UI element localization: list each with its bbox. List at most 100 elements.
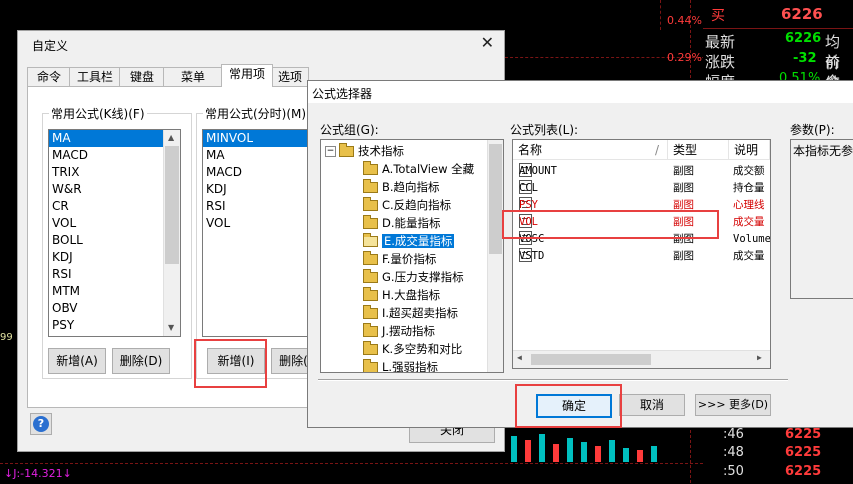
scroll-thumb[interactable] [489,144,502,254]
tab-common-items[interactable]: 常用项 [221,64,273,87]
percent-label: 0.44% [667,14,702,27]
formula-group-tree[interactable]: − 技术指标 A.TotalView 全藏 B.趋向指标 C.反趋向指标 D.能量… [320,139,504,373]
formula-row[interactable]: VSTD 副图 成交量 [513,248,770,265]
folder-icon [363,197,378,211]
tree-item[interactable]: C.反趋向指标 [363,196,451,214]
help-icon: ? [33,416,49,432]
tree-item[interactable]: B.趋向指标 [363,178,440,196]
quote-row: 最新 6226 均价 [705,31,841,72]
scroll-left-icon[interactable]: ◀ [517,353,522,362]
group-label: 常用公式(K线)(F) [49,105,147,122]
kline-formula-list[interactable]: MA MACD TRIX W&R CR VOL BOLL KDJ RSI MTM… [48,129,181,337]
dialog-title: 公式选择器 [312,87,373,101]
list-item[interactable]: TRIX [49,164,180,181]
tree-item[interactable]: G.压力支撑指标 [363,268,464,286]
params-label: 参数(P): [790,123,835,137]
tab-toolbar[interactable]: 工具栏 [69,67,121,87]
params-box: 本指标无参 [790,139,853,299]
column-header-name[interactable]: 名称 / [513,140,668,160]
tree-item-selected[interactable]: E.成交量指标 [363,232,455,250]
scrollbar[interactable] [487,140,503,372]
folder-icon [363,251,378,265]
scroll-up-icon[interactable]: ▲ [168,133,174,142]
list-label: 公式列表(L): [510,123,579,137]
folder-icon [363,179,378,193]
scrollbar[interactable]: ▲ ▼ [163,130,180,336]
formula-list[interactable]: 名称 / 类型 说明 AMOUNT 副图 成交额 CCL 副图 持仓量 PSY 副… [512,139,771,369]
column-header-type[interactable]: 类型 [668,140,729,160]
tree-item[interactable]: H.大盘指标 [363,286,440,304]
buy-label: 买 [711,8,725,24]
folder-icon [363,359,378,372]
tree-item[interactable]: F.量价指标 [363,250,436,268]
group-label: 常用公式(分时)(M) [203,105,309,122]
tree-item[interactable]: I.超买超卖指标 [363,304,458,322]
cancel-button[interactable]: 取消 [619,394,685,416]
dialog-title: 自定义 [32,39,69,53]
highlight-box [194,339,267,388]
percent-label: 0.29% [667,51,702,64]
list-item[interactable]: VOL [49,215,180,232]
list-item[interactable]: KDJ [49,249,180,266]
buy-price: 6226 [781,5,823,23]
horizontal-scrollbar[interactable]: ◀ ▶ [513,350,770,368]
highlight-box [515,384,622,428]
close-icon[interactable]: ✕ [481,33,494,52]
chart-grid-line [0,463,703,464]
tab-command[interactable]: 命令 [27,67,71,87]
list-item[interactable]: OBV [49,300,180,317]
chart-grid-line [660,0,661,30]
open-folder-icon [363,233,378,247]
folder-icon [363,305,378,319]
divider [318,379,788,381]
scroll-thumb[interactable] [531,354,651,365]
list-item[interactable]: BOLL [49,232,180,249]
list-item[interactable]: PSY [49,317,180,334]
title-bar: 公式选择器 [308,81,853,103]
tab-options[interactable]: 选项 [271,67,309,87]
scroll-thumb[interactable] [165,146,179,264]
highlight-box [502,210,719,239]
volume-bars [505,426,703,462]
formula-row[interactable]: AMOUNT 副图 成交额 [513,163,770,180]
tree-item[interactable]: K.多空势和对比 [363,340,462,358]
indicator-readout: ↓J:-14.321↓ [4,467,72,480]
folder-icon [339,143,354,157]
more-button[interactable]: >>> 更多(D) [695,394,771,416]
list-item[interactable]: MTM [49,283,180,300]
scroll-down-icon[interactable]: ▼ [168,323,174,332]
params-text: 本指标无参 [793,144,853,158]
list-item[interactable]: CR [49,198,180,215]
kline-delete-button[interactable]: 删除(D) [112,348,170,374]
column-header-desc[interactable]: 说明 [729,140,770,160]
formula-row[interactable]: CCL 副图 持仓量 [513,180,770,197]
tab-keyboard[interactable]: 键盘 [119,67,165,87]
list-item[interactable]: MACD [49,147,180,164]
tab-menu[interactable]: 菜单 [163,67,223,87]
folder-icon [363,323,378,337]
folder-icon [363,341,378,355]
quote-row: 涨跌 -32 前结 [705,51,841,92]
kline-formula-group: 常用公式(K线)(F) MA MACD TRIX W&R CR VOL BOLL… [42,105,192,379]
tree-item[interactable]: D.能量指标 [363,214,441,232]
folder-icon [363,161,378,175]
folder-icon [363,269,378,283]
folder-icon [363,287,378,301]
tick-row: :48 6225 [723,445,822,460]
list-item[interactable]: RSI [49,266,180,283]
tree-item[interactable]: A.TotalView 全藏 [363,160,474,178]
left-axis-value: 99 [0,332,13,343]
folder-icon [363,215,378,229]
help-button[interactable]: ? [30,413,52,435]
tree-item[interactable]: J.摆动指标 [363,322,435,340]
scroll-right-icon[interactable]: ▶ [757,353,762,362]
formula-selector-dialog: 公式选择器 公式组(G): 公式列表(L): 参数(P): − 技术指标 A.To… [307,80,853,428]
list-item[interactable]: W&R [49,181,180,198]
tree-root[interactable]: − 技术指标 [325,142,404,160]
list-item[interactable]: MA [49,130,180,147]
collapse-icon[interactable]: − [325,146,336,157]
tree-item[interactable]: L.强弱指标 [363,358,438,372]
group-label: 公式组(G): [320,123,379,137]
tick-row: :46 6225 [723,427,822,442]
kline-add-button[interactable]: 新增(A) [48,348,106,374]
